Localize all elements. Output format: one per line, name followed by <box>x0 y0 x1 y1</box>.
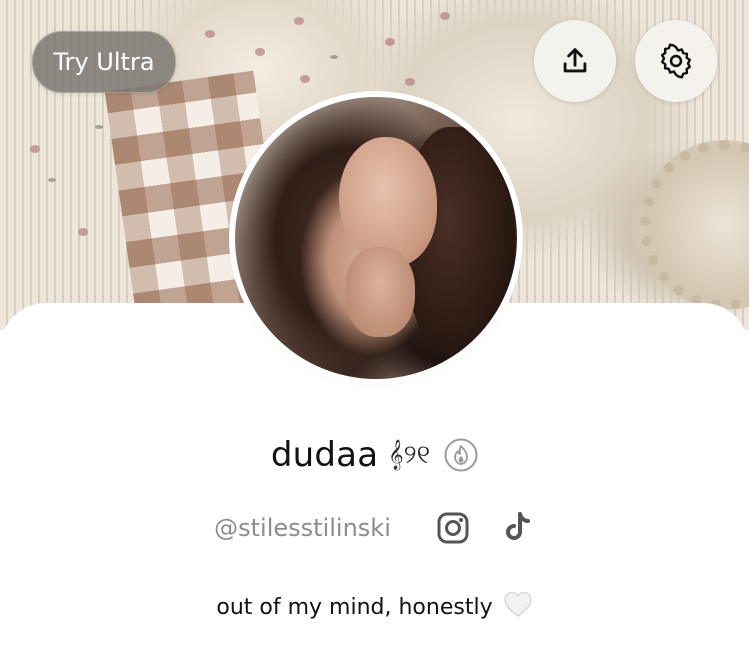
username-handle[interactable]: @stilesstilinski <box>214 514 391 542</box>
try-ultra-button[interactable]: Try Ultra <box>32 31 176 93</box>
settings-button[interactable] <box>635 20 717 102</box>
cover-flower-dot <box>405 78 415 86</box>
bio: out of my mind, honestly <box>0 587 749 627</box>
cover-basket <box>640 140 749 310</box>
flame-icon[interactable] <box>444 438 478 472</box>
instagram-icon[interactable] <box>435 510 471 546</box>
cover-flower-dot <box>255 48 265 56</box>
cover-leaf <box>330 55 338 59</box>
profile-avatar[interactable] <box>229 91 523 385</box>
cover-flower-dot <box>300 75 310 83</box>
avatar-photo <box>235 97 517 379</box>
cover-flower-dot <box>205 30 215 38</box>
gear-icon <box>661 43 691 79</box>
upload-share-icon <box>563 48 587 73</box>
display-name: dudaa <box>270 435 379 475</box>
cover-flower-dot <box>294 17 304 25</box>
cover-flower-dot <box>78 228 88 236</box>
cover-flower-dot <box>30 145 40 153</box>
name-emoji: 𝄞୨୧ <box>388 439 431 470</box>
cover-leaf <box>95 125 103 129</box>
share-button[interactable] <box>534 20 616 102</box>
cover-flower-dot <box>385 38 395 46</box>
avatar-hand <box>345 247 415 337</box>
name-row: dudaa 𝄞୨୧ <box>0 430 749 480</box>
handle-row: @stilesstilinski <box>0 505 749 551</box>
bio-text: out of my mind, honestly <box>216 594 493 620</box>
white-heart-icon <box>503 590 533 624</box>
tiktok-icon[interactable] <box>499 510 535 546</box>
cover-leaf <box>48 178 56 182</box>
cover-flower-dot <box>440 12 450 20</box>
